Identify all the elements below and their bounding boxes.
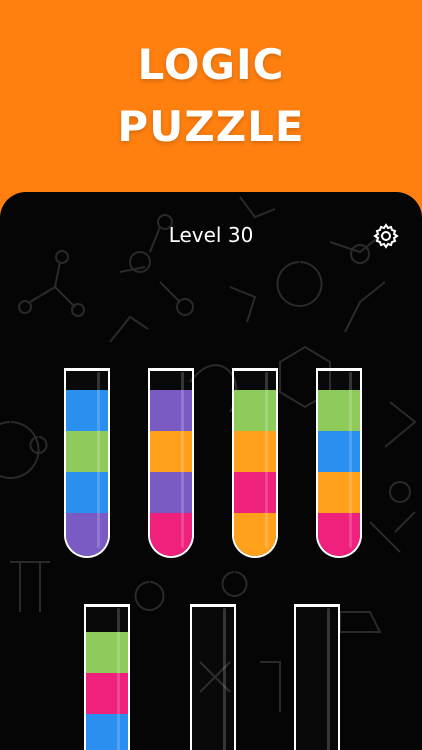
tube-glare [181, 372, 184, 548]
liquid-layer-blue [66, 472, 108, 513]
liquid-layer-orange [234, 431, 276, 472]
tube-rim [234, 368, 276, 371]
liquid-layer-pink [150, 513, 192, 556]
liquid-layer-pink [318, 513, 360, 556]
tube-6[interactable] [190, 604, 236, 750]
tube-glare [327, 608, 330, 750]
tube-glare [349, 372, 352, 548]
promo-line-1: LOGIC [137, 40, 285, 89]
level-title: Level 30 [168, 223, 254, 247]
tube-rim [192, 604, 234, 607]
liquid-layer-purple [150, 390, 192, 431]
liquid-layer-orange [318, 472, 360, 513]
tube-rim [66, 368, 108, 371]
promo-headline: LOGIC PUZZLE [0, 34, 422, 158]
tube-glare [117, 608, 120, 750]
liquid-layer-green [66, 431, 108, 472]
liquid-layer-green [234, 390, 276, 431]
tube-5[interactable] [84, 604, 130, 750]
tube-4[interactable] [316, 368, 362, 558]
tube-1[interactable] [64, 368, 110, 558]
liquid-layer-green [318, 390, 360, 431]
liquid-layer-blue [318, 431, 360, 472]
liquid-layer-blue [86, 714, 128, 750]
tube-glare [265, 372, 268, 548]
liquid-layer-pink [234, 472, 276, 513]
gear-icon [373, 223, 399, 249]
tube-glare [97, 372, 100, 548]
liquid-layer-purple [150, 472, 192, 513]
liquid-layer-pink [86, 673, 128, 714]
tube-rim [318, 368, 360, 371]
tube-rim [86, 604, 128, 607]
tube-rim [150, 368, 192, 371]
settings-button[interactable] [372, 222, 400, 250]
tube-2[interactable] [148, 368, 194, 558]
liquid-layer-purple [66, 513, 108, 556]
promo-line-2: PUZZLE [117, 102, 305, 151]
tube-glare [223, 608, 226, 750]
tube-rim [296, 604, 338, 607]
liquid-layer-blue [66, 390, 108, 431]
tube-3[interactable] [232, 368, 278, 558]
liquid-layer-green [86, 632, 128, 673]
liquid-layer-orange [234, 513, 276, 556]
liquid-layer-orange [150, 431, 192, 472]
tube-7[interactable] [294, 604, 340, 750]
game-board: Level 30 [0, 192, 422, 750]
